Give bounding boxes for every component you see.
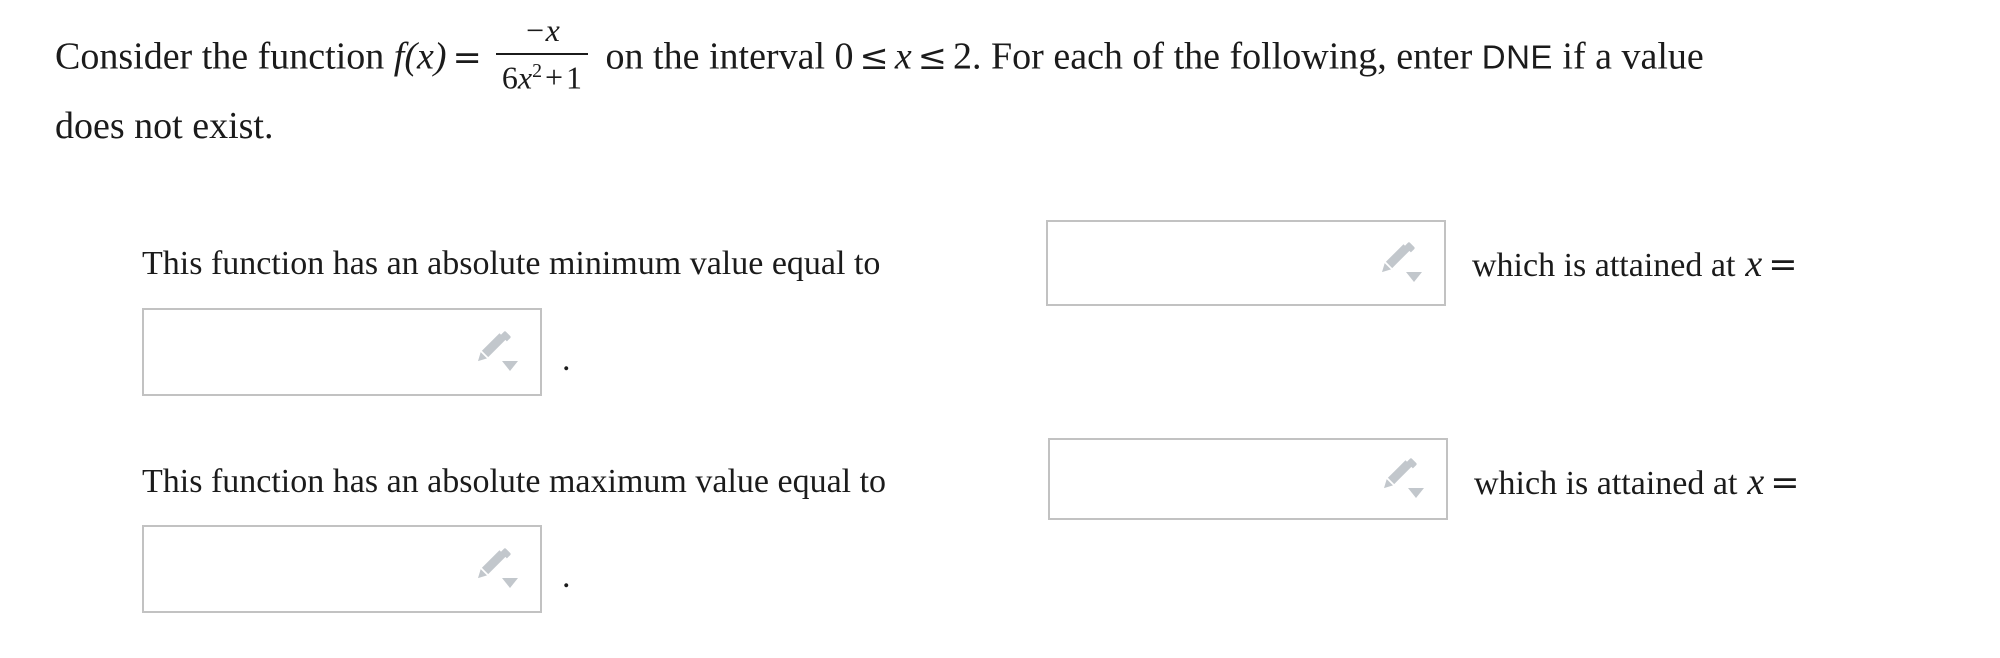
pencil-dropdown-icon[interactable] bbox=[472, 547, 524, 591]
problem-statement: Consider the function f(x) = −x 6x2+1 on th… bbox=[55, 12, 1955, 157]
interval-lower-relation: ≤ bbox=[859, 37, 889, 78]
instruction-text-tail: if a value bbox=[1552, 35, 1704, 78]
denominator-operator: + bbox=[544, 59, 564, 96]
question-2-connector-equals: = bbox=[1770, 463, 1800, 503]
denominator-coefficient: 6 bbox=[501, 59, 518, 96]
question-2-connector-text: which is attained at bbox=[1474, 465, 1738, 502]
interval-upper-relation: ≤ bbox=[917, 37, 948, 78]
fraction-denominator: 6x2+1 bbox=[496, 55, 588, 95]
question-2-connector: which is attained at x = bbox=[1474, 463, 1806, 503]
problem-page: Consider the function f(x) = −x 6x2+1 on th… bbox=[0, 0, 2000, 658]
question-1-connector-variable: x bbox=[1745, 243, 1763, 285]
question-2-connector-variable: x bbox=[1747, 461, 1765, 503]
instruction-text: . For each of the following, enter bbox=[972, 35, 1482, 78]
answer-input-minimum-location[interactable] bbox=[142, 308, 542, 396]
interval-variable: x bbox=[894, 35, 912, 78]
pencil-dropdown-icon[interactable] bbox=[1378, 457, 1430, 501]
question-2-prompt: This function has an absolute maximum va… bbox=[142, 463, 887, 500]
function-argument: (x) bbox=[404, 35, 447, 78]
equals-sign: = bbox=[452, 37, 482, 78]
pencil-dropdown-icon[interactable] bbox=[1376, 241, 1428, 285]
pencil-dropdown-icon[interactable] bbox=[472, 330, 524, 374]
statement-line-2: does not exist. bbox=[55, 104, 274, 147]
function-name: f bbox=[393, 35, 405, 78]
interval-lower-bound: 0 bbox=[834, 35, 854, 78]
denominator-exponent: 2 bbox=[532, 59, 542, 82]
question-2-period: . bbox=[562, 558, 571, 595]
interval-upper-bound: 2 bbox=[953, 35, 973, 78]
denominator-constant: 1 bbox=[566, 59, 583, 96]
question-1-connector: which is attained at x = bbox=[1472, 245, 1804, 285]
answer-input-maximum-value[interactable] bbox=[1048, 438, 1448, 520]
statement-intro: Consider the function bbox=[55, 35, 394, 78]
answer-input-maximum-location[interactable] bbox=[142, 525, 542, 613]
question-1-connector-equals: = bbox=[1768, 245, 1798, 285]
question-1-prompt: This function has an absolute minimum va… bbox=[142, 245, 881, 282]
question-1-period: . bbox=[562, 341, 571, 378]
interval-intro: on the interval bbox=[596, 35, 835, 78]
fraction-numerator: −x bbox=[524, 12, 560, 48]
answer-input-minimum-value[interactable] bbox=[1046, 220, 1446, 306]
fraction-formula: −x 6x2+1 bbox=[495, 12, 589, 95]
dne-token: DNE bbox=[1481, 38, 1553, 76]
denominator-variable: x bbox=[517, 59, 533, 96]
question-1-connector-text: which is attained at bbox=[1472, 247, 1736, 284]
